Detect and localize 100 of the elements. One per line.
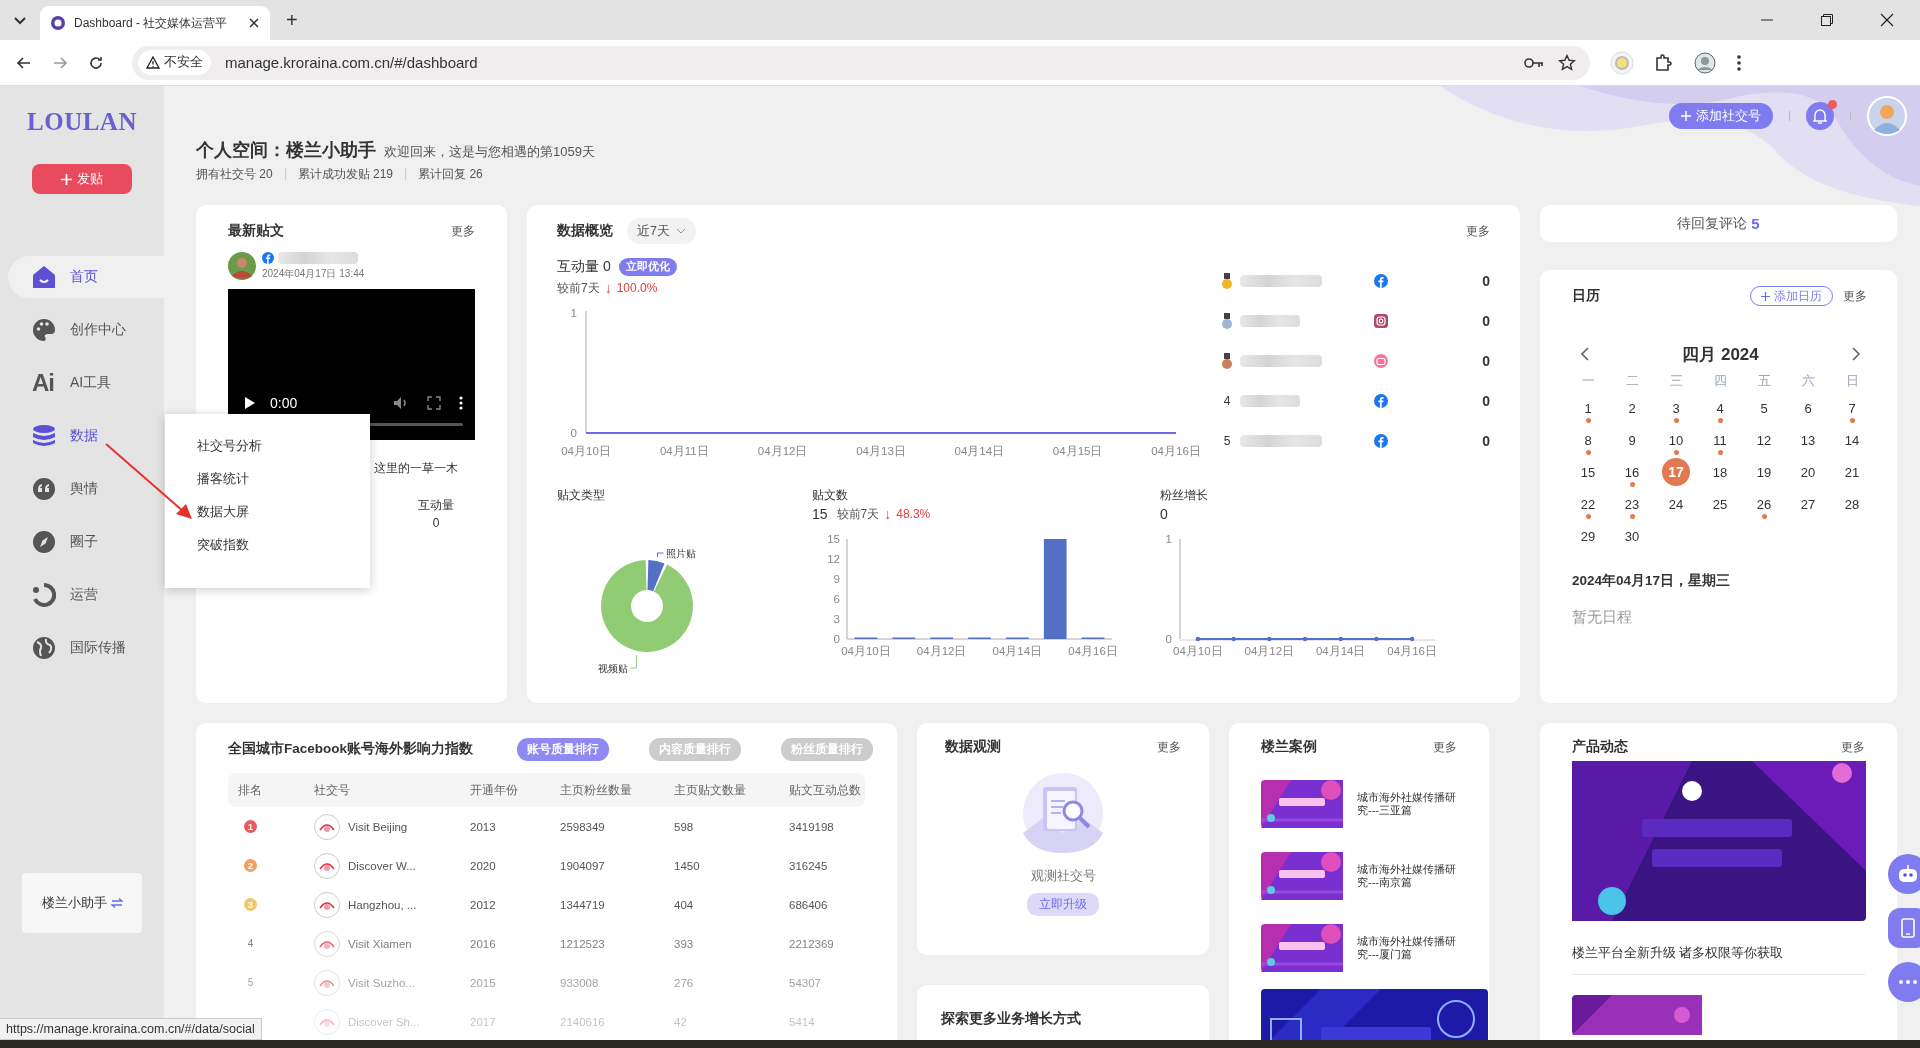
key-icon[interactable] — [1524, 56, 1544, 69]
calendar-day[interactable]: 6 — [1794, 394, 1822, 422]
calendar-day[interactable]: 18 — [1706, 458, 1734, 486]
submenu-item[interactable]: 社交号分析 — [197, 434, 370, 457]
rank-number: 4 — [246, 938, 255, 949]
more-link[interactable]: 更多 — [1433, 738, 1457, 756]
case-item[interactable]: 城市海外社媒传播研究---厦门篇 — [1261, 919, 1457, 977]
restore-icon[interactable] — [1820, 13, 1834, 27]
calendar-day[interactable]: 10 — [1662, 426, 1690, 454]
user-switcher[interactable]: 楼兰小助手 — [22, 873, 142, 933]
stat-text: 累计回复 26 — [418, 165, 483, 183]
case-item[interactable]: 城市海外社媒传播研究---南京篇 — [1261, 847, 1457, 905]
play-icon[interactable] — [244, 396, 256, 410]
table-cell-text: 42 — [674, 1015, 688, 1028]
previous-month-icon[interactable] — [1580, 347, 1590, 361]
address-bar[interactable]: 不安全 manage.kroraina.com.cn/#/dashboard — [132, 45, 1590, 80]
fullscreen-icon[interactable] — [427, 396, 441, 410]
logo[interactable]: LOULAN — [27, 108, 137, 136]
nav-item[interactable]: Ai AI工具 — [8, 362, 164, 404]
calendar-day[interactable]: 15 — [1574, 458, 1602, 486]
nav-item[interactable]: 数据 — [8, 415, 164, 457]
compass-icon — [32, 530, 56, 554]
table-cell-text: 54307 — [789, 976, 822, 989]
range-dropdown[interactable]: 近7天 — [627, 218, 696, 244]
change-percent: 100.0% — [616, 281, 658, 295]
calendar-day[interactable]: 27 — [1794, 490, 1822, 518]
submenu-item[interactable]: 数据大屏 — [197, 500, 370, 523]
browser-tab[interactable]: Dashboard - 社交媒体运营平 — [40, 6, 270, 40]
volume-icon[interactable] — [393, 396, 409, 410]
puzzle-icon[interactable] — [1654, 52, 1674, 73]
nav-item[interactable]: 国际传播 — [8, 627, 164, 669]
blurred-name — [1240, 395, 1300, 407]
facebook-icon — [262, 252, 274, 264]
calendar-day[interactable]: 19 — [1750, 458, 1778, 486]
more-link[interactable]: 更多 — [1157, 738, 1181, 756]
more-link[interactable]: 更多 — [1843, 287, 1867, 305]
axis-tick-label: 04月16日 — [1151, 445, 1201, 457]
calendar-day[interactable]: 9 — [1618, 426, 1646, 454]
axis-tick-label: 12 — [827, 553, 840, 565]
next-month-icon[interactable] — [1851, 347, 1861, 361]
more-options-icon[interactable] — [459, 396, 463, 410]
calendar-day[interactable]: 28 — [1838, 490, 1866, 518]
case-item[interactable]: 城市海外社媒传播研究---三亚篇 — [1261, 775, 1457, 833]
submenu-item[interactable]: 播客统计 — [197, 467, 370, 490]
axis-tick-label: 04月11日 — [659, 445, 709, 457]
calendar-day[interactable]: 12 — [1750, 426, 1778, 454]
calendar-day[interactable]: 30 — [1618, 522, 1646, 550]
cycle-icon — [32, 583, 56, 607]
axis-tick-label: 04月10日 — [841, 645, 891, 657]
nav-item[interactable]: 舆情 — [8, 468, 164, 510]
calendar-day[interactable]: 29 — [1574, 522, 1602, 550]
fans-count: 0 — [1160, 506, 1168, 522]
post-button[interactable]: 发贴 — [32, 164, 132, 194]
calendar-day[interactable]: 13 — [1794, 426, 1822, 454]
submenu-item[interactable]: 突破指数 — [197, 533, 370, 556]
calendar-day[interactable]: 8 — [1574, 426, 1602, 454]
calendar-day[interactable]: 23 — [1618, 490, 1646, 518]
calendar-day[interactable]: 20 — [1794, 458, 1822, 486]
calendar-day[interactable]: 7 — [1838, 394, 1866, 422]
account-logo-icon — [314, 930, 340, 957]
forward-icon[interactable] — [52, 54, 68, 71]
mobile-button[interactable] — [1888, 908, 1920, 948]
calendar-day[interactable]: 5 — [1750, 394, 1778, 422]
calendar-day[interactable]: 14 — [1838, 426, 1866, 454]
reload-icon[interactable] — [88, 54, 104, 71]
nav-item[interactable]: 创作中心 — [8, 309, 164, 351]
plus-icon — [1681, 111, 1691, 121]
more-link[interactable]: 更多 — [1466, 222, 1490, 240]
security-chip[interactable]: 不安全 — [138, 50, 211, 75]
calendar-day[interactable]: 11 — [1706, 426, 1734, 454]
table-cell-text: 2016 — [470, 937, 497, 950]
axis-tick-label: 0 — [1165, 633, 1172, 645]
welcome-text: 欢迎回来，这是与您相遇的第1059天 — [384, 143, 595, 161]
calendar-day[interactable]: 24 — [1662, 490, 1690, 518]
nav-item[interactable]: 圈子 — [8, 521, 164, 563]
calendar-day[interactable]: 21 — [1838, 458, 1866, 486]
leader-line — [656, 552, 664, 558]
calendar-day[interactable]: 26 — [1750, 490, 1778, 518]
add-calendar-button[interactable]: 添加日历 — [1750, 286, 1833, 306]
pending-comments-card[interactable]: 待回复评论 5 — [1540, 205, 1897, 242]
calendar-day[interactable]: 4 — [1706, 394, 1734, 422]
more-icon — [1899, 980, 1917, 984]
back-icon[interactable] — [16, 54, 32, 71]
more-link[interactable]: 更多 — [1841, 738, 1865, 756]
profile-avatar-icon[interactable] — [1694, 51, 1716, 74]
data-point — [1302, 636, 1308, 642]
menu-icon[interactable] — [1736, 53, 1742, 72]
calendar-day[interactable]: 25 — [1706, 490, 1734, 518]
nav-item[interactable]: 首页 — [8, 256, 164, 298]
nav-item[interactable]: 运营 — [8, 574, 164, 616]
close-icon[interactable] — [1880, 13, 1894, 27]
more-link[interactable]: 更多 — [451, 222, 475, 240]
bookmark-star-icon[interactable] — [1558, 53, 1576, 72]
calendar-day[interactable]: 22 — [1574, 490, 1602, 518]
calendar-day[interactable]: 1 — [1574, 394, 1602, 422]
calendar-day[interactable]: 16 — [1618, 458, 1646, 486]
calendar-day[interactable]: 2 — [1618, 394, 1646, 422]
calendar-day[interactable]: 3 — [1662, 394, 1690, 422]
new-tab-button[interactable]: + — [278, 8, 306, 32]
close-tab-icon[interactable] — [248, 17, 260, 29]
